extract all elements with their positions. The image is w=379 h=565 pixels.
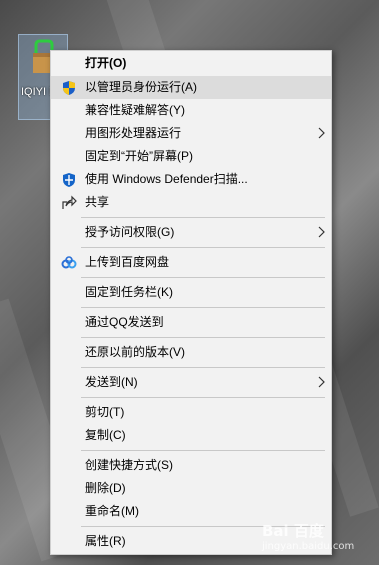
- menu-item-copy[interactable]: 复制(C): [51, 424, 331, 447]
- menu-separator: [81, 217, 325, 218]
- menu-separator: [81, 397, 325, 398]
- uac-shield-icon: [63, 81, 75, 95]
- menu-item-compatibility[interactable]: 兼容性疑难解答(Y): [51, 99, 331, 122]
- menu-item-label: 通过QQ发送到: [85, 315, 164, 329]
- menu-item-run-with-gpu[interactable]: 用图形处理器运行: [51, 122, 331, 145]
- menu-item-delete[interactable]: 删除(D): [51, 477, 331, 500]
- menu-separator: [81, 247, 325, 248]
- menu-item-label: 授予访问权限(G): [85, 225, 175, 239]
- menu-item-label: 兼容性疑难解答(Y): [85, 103, 185, 117]
- menu-item-label: 固定到任务栏(K): [85, 285, 173, 299]
- menu-item-create-shortcut[interactable]: 创建快捷方式(S): [51, 454, 331, 477]
- menu-item-give-access[interactable]: 授予访问权限(G): [51, 221, 331, 244]
- chevron-right-icon: [318, 376, 325, 388]
- menu-item-label: 打开(O): [85, 56, 127, 70]
- menu-item-defender-scan[interactable]: 使用 Windows Defender扫描...: [51, 168, 331, 191]
- baidu-watermark: Bai 百度: [262, 522, 324, 540]
- baidu-watermark-url: jingyan.baidu.com: [262, 541, 355, 552]
- menu-item-label: 固定到“开始”屏幕(P): [85, 149, 193, 163]
- menu-item-restore-versions[interactable]: 还原以前的版本(V): [51, 341, 331, 364]
- menu-item-upload-baidu[interactable]: 上传到百度网盘: [51, 251, 331, 274]
- menu-item-label: 重命名(M): [85, 504, 139, 518]
- baidu-netdisk-icon: [61, 256, 77, 269]
- menu-item-pin-to-start[interactable]: 固定到“开始”屏幕(P): [51, 145, 331, 168]
- menu-separator: [81, 307, 325, 308]
- menu-item-label: 发送到(N): [85, 375, 138, 389]
- menu-item-label: 上传到百度网盘: [85, 255, 170, 269]
- defender-shield-icon: [63, 173, 75, 187]
- share-icon: [62, 195, 77, 209]
- menu-item-label: 以管理员身份运行(A): [85, 80, 197, 94]
- menu-item-pin-to-taskbar[interactable]: 固定到任务栏(K): [51, 281, 331, 304]
- menu-item-label: 用图形处理器运行: [85, 126, 182, 140]
- menu-item-label: 删除(D): [85, 481, 126, 495]
- chevron-right-icon: [318, 127, 325, 139]
- chevron-right-icon: [318, 226, 325, 238]
- menu-item-open[interactable]: 打开(O): [51, 52, 331, 75]
- menu-item-label: 创建快捷方式(S): [85, 458, 173, 472]
- menu-item-send-to[interactable]: 发送到(N): [51, 371, 331, 394]
- menu-item-label: 还原以前的版本(V): [85, 345, 185, 359]
- menu-item-share[interactable]: 共享: [51, 191, 331, 214]
- menu-item-label: 属性(R): [85, 534, 126, 548]
- menu-separator: [81, 337, 325, 338]
- menu-separator: [81, 277, 325, 278]
- menu-separator: [81, 367, 325, 368]
- menu-item-label: 共享: [85, 195, 110, 209]
- menu-separator: [81, 450, 325, 451]
- menu-item-label: 剪切(T): [85, 405, 125, 419]
- menu-item-cut[interactable]: 剪切(T): [51, 401, 331, 424]
- menu-item-label: 复制(C): [85, 428, 126, 442]
- menu-item-label: 使用 Windows Defender扫描...: [85, 172, 248, 186]
- context-menu: 打开(O) 以管理员身份运行(A) 兼容性疑难解答(Y) 用图形处理器运行 固定…: [50, 50, 332, 555]
- menu-item-send-via-qq[interactable]: 通过QQ发送到: [51, 311, 331, 334]
- menu-item-run-as-admin[interactable]: 以管理员身份运行(A): [51, 76, 331, 99]
